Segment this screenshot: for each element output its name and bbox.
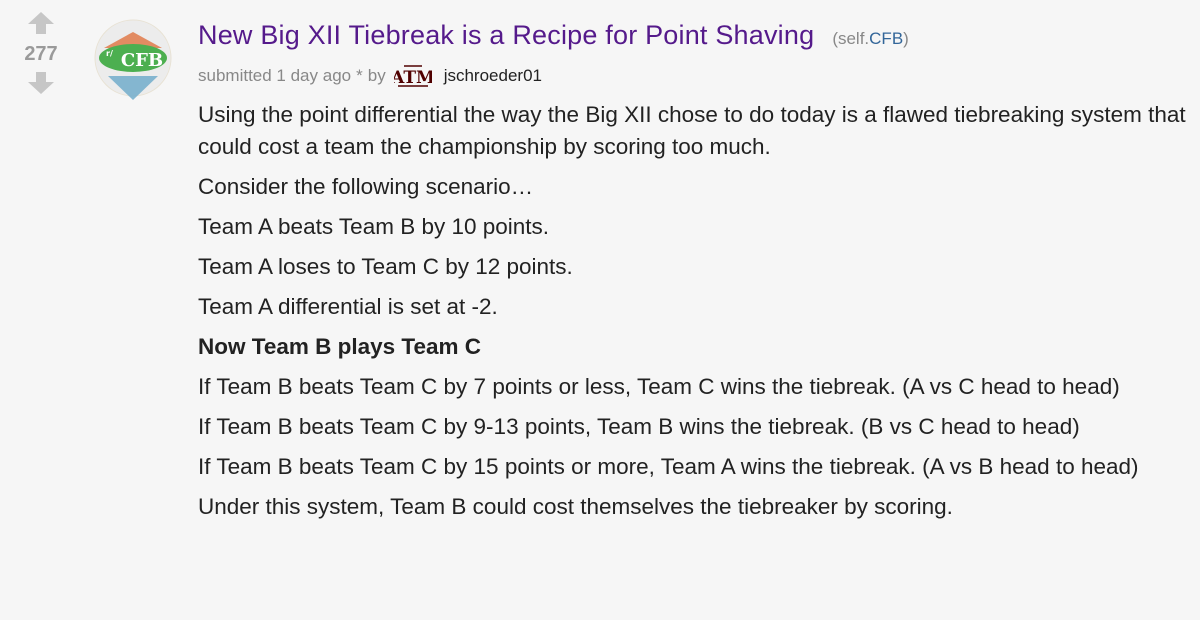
author-link[interactable]: jschroeder01	[444, 66, 542, 86]
body-paragraph: Team A differential is set at -2.	[198, 294, 498, 319]
thumbnail-small-text: r/	[106, 49, 113, 58]
body-paragraph: If Team B beats Team C by 7 points or le…	[198, 374, 1120, 399]
body-heading: Now Team B plays Team C	[198, 334, 481, 359]
body-paragraph: If Team B beats Team C by 15 points or m…	[198, 454, 1139, 479]
upvote-arrow-icon[interactable]	[26, 10, 56, 36]
domain-suffix: )	[903, 29, 909, 48]
title-line: New Big XII Tiebreak is a Recipe for Poi…	[198, 16, 1188, 59]
domain-prefix: (self.	[832, 29, 870, 48]
edited-marker: *	[356, 66, 363, 85]
by-label: by	[367, 66, 386, 85]
post: New Big XII Tiebreak is a Recipe for Poi…	[198, 16, 1188, 531]
thumbnail-badge-text: CFB	[121, 50, 163, 71]
post-title-link[interactable]: New Big XII Tiebreak is a Recipe for Poi…	[198, 20, 814, 50]
body-paragraph: Team A loses to Team C by 12 points.	[198, 254, 573, 279]
subreddit-thumbnail[interactable]: CFB r/	[88, 12, 178, 108]
flair-text: ATM	[394, 68, 432, 88]
body-paragraph: Under this system, Team B could cost the…	[198, 494, 953, 519]
body-paragraph: Using the point differential the way the…	[198, 102, 1186, 159]
post-domain[interactable]: (self.CFB)	[832, 29, 909, 48]
body-paragraph: Consider the following scenario…	[198, 174, 534, 199]
author-flair-atm-logo-icon: ATM	[393, 61, 432, 91]
score: 277	[24, 43, 58, 65]
body-paragraph: Team A beats Team B by 10 points.	[198, 214, 550, 239]
downvote-arrow-icon[interactable]	[26, 70, 56, 96]
tagline: submitted 1 day ago * by ATM jschroeder0…	[198, 59, 1188, 93]
post-body: Using the point differential the way the…	[198, 99, 1188, 523]
submitted-time: submitted 1 day ago	[198, 66, 352, 85]
body-paragraph: If Team B beats Team C by 9-13 points, T…	[198, 414, 1080, 439]
vote-column: 277	[18, 10, 64, 96]
domain-link[interactable]: CFB	[869, 29, 903, 48]
